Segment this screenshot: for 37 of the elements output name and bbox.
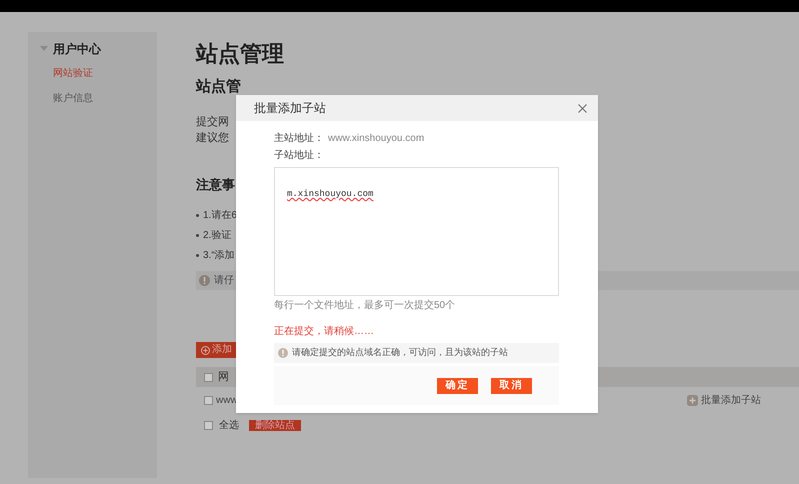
paragraph-line: 提交网 xyxy=(196,114,229,130)
add-button[interactable]: 添加 xyxy=(196,342,236,358)
notice-text: 请确定提交的站点域名正确，可访问，且为该站的子站 xyxy=(292,346,508,360)
batch-add-link[interactable]: 批量添加子站 xyxy=(687,392,761,408)
delete-button[interactable]: 删除站点 xyxy=(249,420,301,430)
close-icon[interactable] xyxy=(578,104,587,112)
field-label: 子站地址： xyxy=(274,148,324,163)
bullet-icon xyxy=(196,214,199,216)
section-heading: 站点管 xyxy=(196,78,241,96)
warning-icon xyxy=(278,348,288,358)
sub-site-textarea[interactable]: m.xinshouyou.com xyxy=(274,167,559,296)
checkbox[interactable] xyxy=(204,396,213,404)
dialog-title: 批量添加子站 xyxy=(254,100,326,117)
confirm-button[interactable]: 确定 xyxy=(437,378,478,394)
bullet-icon xyxy=(196,234,199,236)
field-value: www.xinshouyou.com xyxy=(328,132,424,146)
sidebar-item[interactable]: 账户信息 xyxy=(53,91,157,107)
note-text: 2.验证 xyxy=(203,228,232,242)
field-label: 主站地址： xyxy=(274,132,324,146)
cancel-button[interactable]: 取消 xyxy=(491,378,532,394)
sidebar-title[interactable]: 用户中心 xyxy=(53,40,101,58)
paragraph-line: 建议您 xyxy=(196,131,229,146)
plus-circle-icon xyxy=(201,346,210,354)
sidebar-item[interactable]: 网站验证 xyxy=(53,66,157,82)
warning-icon xyxy=(199,275,210,286)
hint-text: 每行一个文件地址，最多可一次提交50个 xyxy=(274,298,456,313)
note-text: 3.“添加 xyxy=(203,248,235,262)
checkbox[interactable] xyxy=(204,420,213,430)
select-all-label: 全选 xyxy=(219,418,239,432)
checkbox[interactable] xyxy=(204,372,213,382)
notice-text: 请仔 xyxy=(214,274,234,288)
plus-icon xyxy=(687,394,698,406)
page-title: 站点管理 xyxy=(196,40,284,68)
status-text: 正在提交，请稍候…… xyxy=(274,324,374,339)
section-heading: 注意事 xyxy=(196,176,235,194)
column-header: 网 xyxy=(218,370,229,385)
bullet-icon xyxy=(196,254,199,256)
